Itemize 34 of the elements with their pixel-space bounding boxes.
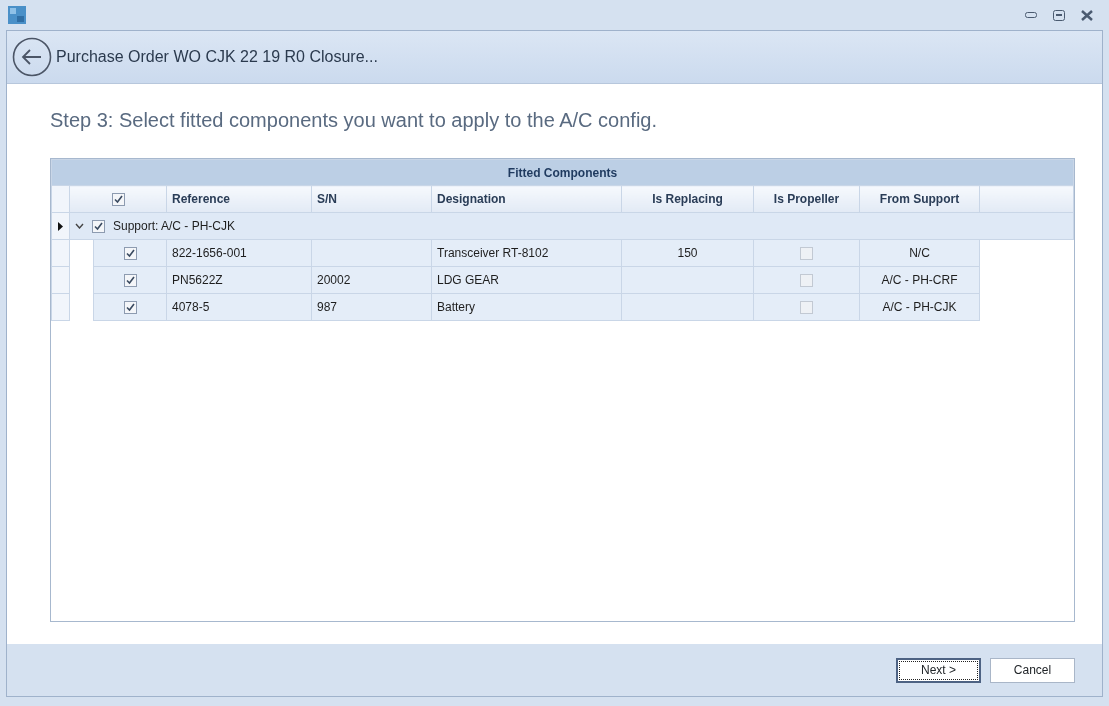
checkbox[interactable] — [123, 274, 137, 288]
checkbox[interactable] — [111, 193, 125, 207]
column-header[interactable]: Is Replacing — [621, 185, 754, 213]
table-cell: 4078-5 — [166, 293, 312, 321]
column-header[interactable]: From Support — [859, 185, 980, 213]
checkbox[interactable] — [123, 247, 137, 261]
table-cell: A/C - PH-CRF — [859, 266, 980, 294]
column-header[interactable]: Reference — [166, 185, 312, 213]
table-cell: 150 — [621, 239, 754, 267]
grid-title: Fitted Components — [51, 159, 1074, 186]
table-cell: N/C — [859, 239, 980, 267]
checkbox[interactable] — [92, 219, 105, 233]
group-label: Support: A/C - PH-CJK — [113, 218, 236, 235]
table-cell: 987 — [311, 293, 432, 321]
chevron-down-icon[interactable] — [75, 223, 84, 229]
dialog-button[interactable]: Cancel — [990, 657, 1075, 683]
table-cell: Battery — [431, 293, 622, 321]
table-cell: 20002 — [311, 266, 432, 294]
page-title: Purchase Order WO CJK 22 19 R0 Closure... — [56, 47, 378, 67]
step-title: Step 3: Select fitted components you want to apply to the A/C config. — [50, 108, 659, 133]
column-header[interactable]: Designation — [431, 185, 622, 213]
table-cell: 822-1656-001 — [166, 239, 312, 267]
table-cell: PN5622Z — [166, 266, 312, 294]
table-cell: LDG GEAR — [431, 266, 622, 294]
maximize-icon[interactable] — [1053, 9, 1065, 21]
minimize-icon[interactable] — [1025, 12, 1037, 18]
dialog-button[interactable]: Next > — [896, 657, 981, 683]
app-logo-icon — [8, 6, 26, 24]
column-header[interactable]: S/N — [311, 185, 432, 213]
table-cell: A/C - PH-CJK — [859, 293, 980, 321]
column-header[interactable]: Is Propeller — [753, 185, 860, 213]
table-cell: Transceiver RT-8102 — [431, 239, 622, 267]
checkbox[interactable] — [123, 301, 137, 315]
close-icon[interactable] — [1081, 9, 1093, 21]
